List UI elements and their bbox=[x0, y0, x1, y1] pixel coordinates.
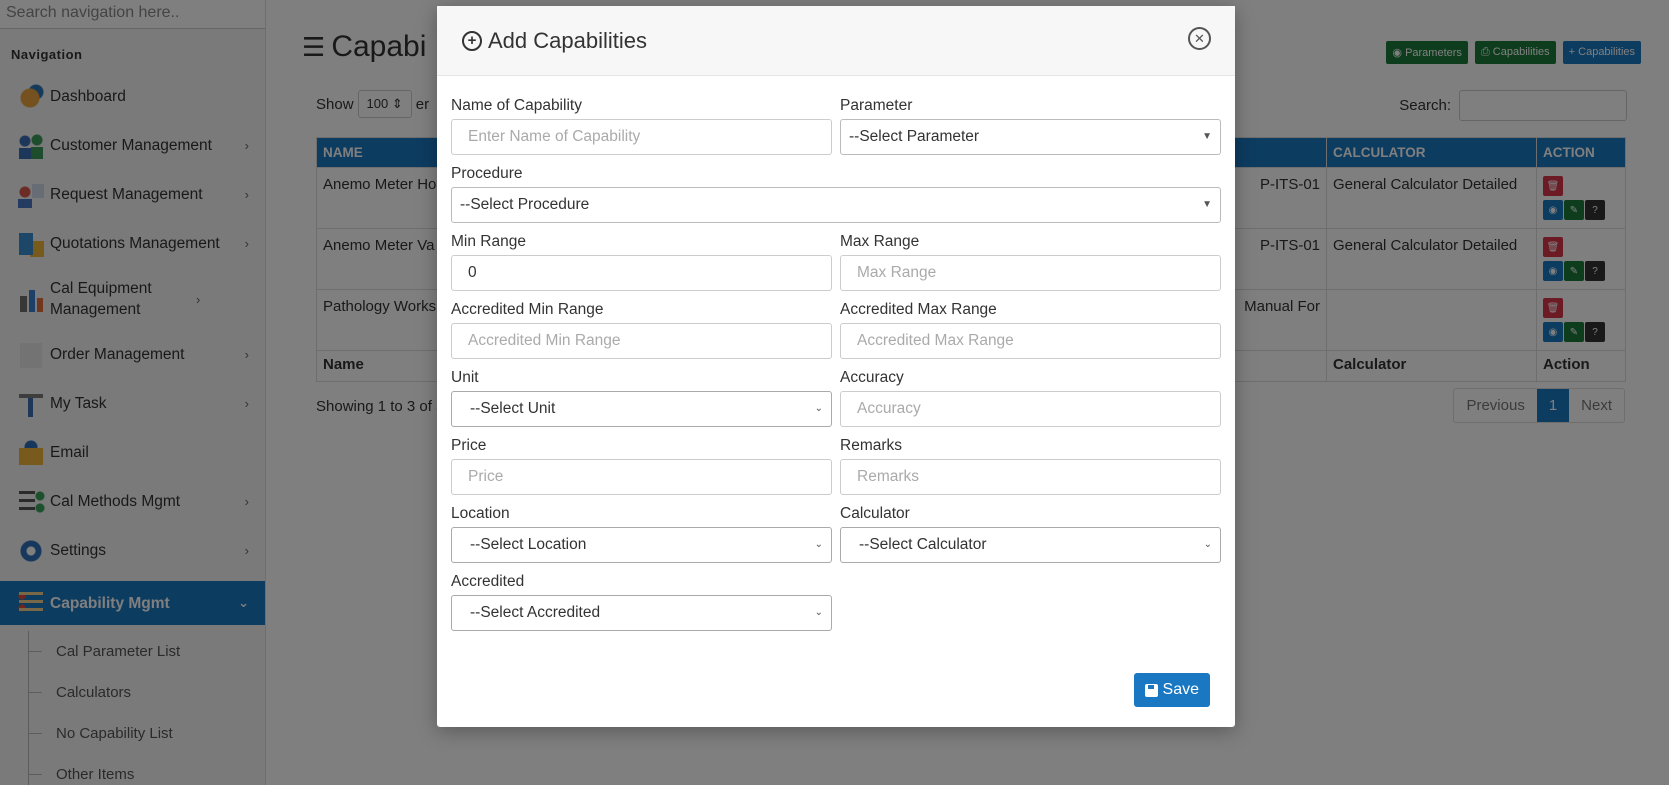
chevron-down-icon: ⌄ bbox=[1203, 539, 1212, 550]
parameter-select[interactable]: --Select Parameter ▼ bbox=[840, 119, 1221, 155]
max-range-label: Max Range bbox=[840, 233, 920, 250]
name-of-capability-label: Name of Capability bbox=[451, 97, 582, 114]
modal-body: Name of Capability Enter Name of Capabil… bbox=[451, 78, 1221, 631]
chevron-down-icon: ⌄ bbox=[814, 539, 823, 550]
procedure-select[interactable]: --Select Procedure ▼ bbox=[451, 187, 1221, 223]
save-button[interactable]: Save bbox=[1133, 673, 1210, 707]
min-range-input[interactable]: 0 bbox=[451, 255, 832, 291]
accredited-min-range-label: Accredited Min Range bbox=[451, 301, 604, 318]
procedure-label: Procedure bbox=[451, 165, 523, 182]
calculator-select[interactable]: --Select Calculator ⌄ bbox=[840, 527, 1221, 563]
accuracy-input[interactable]: Accuracy bbox=[840, 391, 1221, 427]
calculator-label: Calculator bbox=[840, 505, 910, 522]
modal-header: + Add Capabilities ✕ bbox=[437, 6, 1235, 76]
accredited-min-range-input[interactable]: Accredited Min Range bbox=[451, 323, 832, 359]
unit-select[interactable]: --Select Unit ⌄ bbox=[451, 391, 832, 427]
accredited-max-range-label: Accredited Max Range bbox=[840, 301, 997, 318]
accredited-label: Accredited bbox=[451, 573, 525, 590]
caret-down-icon: ▼ bbox=[1202, 199, 1212, 210]
chevron-down-icon: ⌄ bbox=[814, 403, 823, 414]
price-input[interactable]: Price bbox=[451, 459, 832, 495]
floppy-disk-icon bbox=[1144, 683, 1158, 697]
accredited-select[interactable]: --Select Accredited ⌄ bbox=[451, 595, 832, 631]
plus-circle-icon: + bbox=[462, 30, 482, 51]
location-label: Location bbox=[451, 505, 510, 522]
accredited-max-range-input[interactable]: Accredited Max Range bbox=[840, 323, 1221, 359]
min-range-label: Min Range bbox=[451, 233, 526, 250]
accuracy-label: Accuracy bbox=[840, 369, 904, 386]
close-icon: ✕ bbox=[1194, 30, 1205, 46]
unit-label: Unit bbox=[451, 369, 479, 386]
add-capabilities-modal: + Add Capabilities ✕ Name of Capability … bbox=[437, 6, 1235, 727]
remarks-label: Remarks bbox=[840, 437, 903, 454]
close-button[interactable]: ✕ bbox=[1188, 27, 1211, 50]
location-select[interactable]: --Select Location ⌄ bbox=[451, 527, 832, 563]
max-range-input[interactable]: Max Range bbox=[840, 255, 1221, 291]
remarks-input[interactable]: Remarks bbox=[840, 459, 1221, 495]
modal-title: + Add Capabilities bbox=[462, 28, 647, 54]
name-of-capability-input[interactable]: Enter Name of Capability bbox=[451, 119, 832, 155]
caret-down-icon: ▼ bbox=[1202, 131, 1212, 142]
parameter-label: Parameter bbox=[840, 97, 913, 114]
chevron-down-icon: ⌄ bbox=[814, 607, 823, 618]
price-label: Price bbox=[451, 437, 487, 454]
